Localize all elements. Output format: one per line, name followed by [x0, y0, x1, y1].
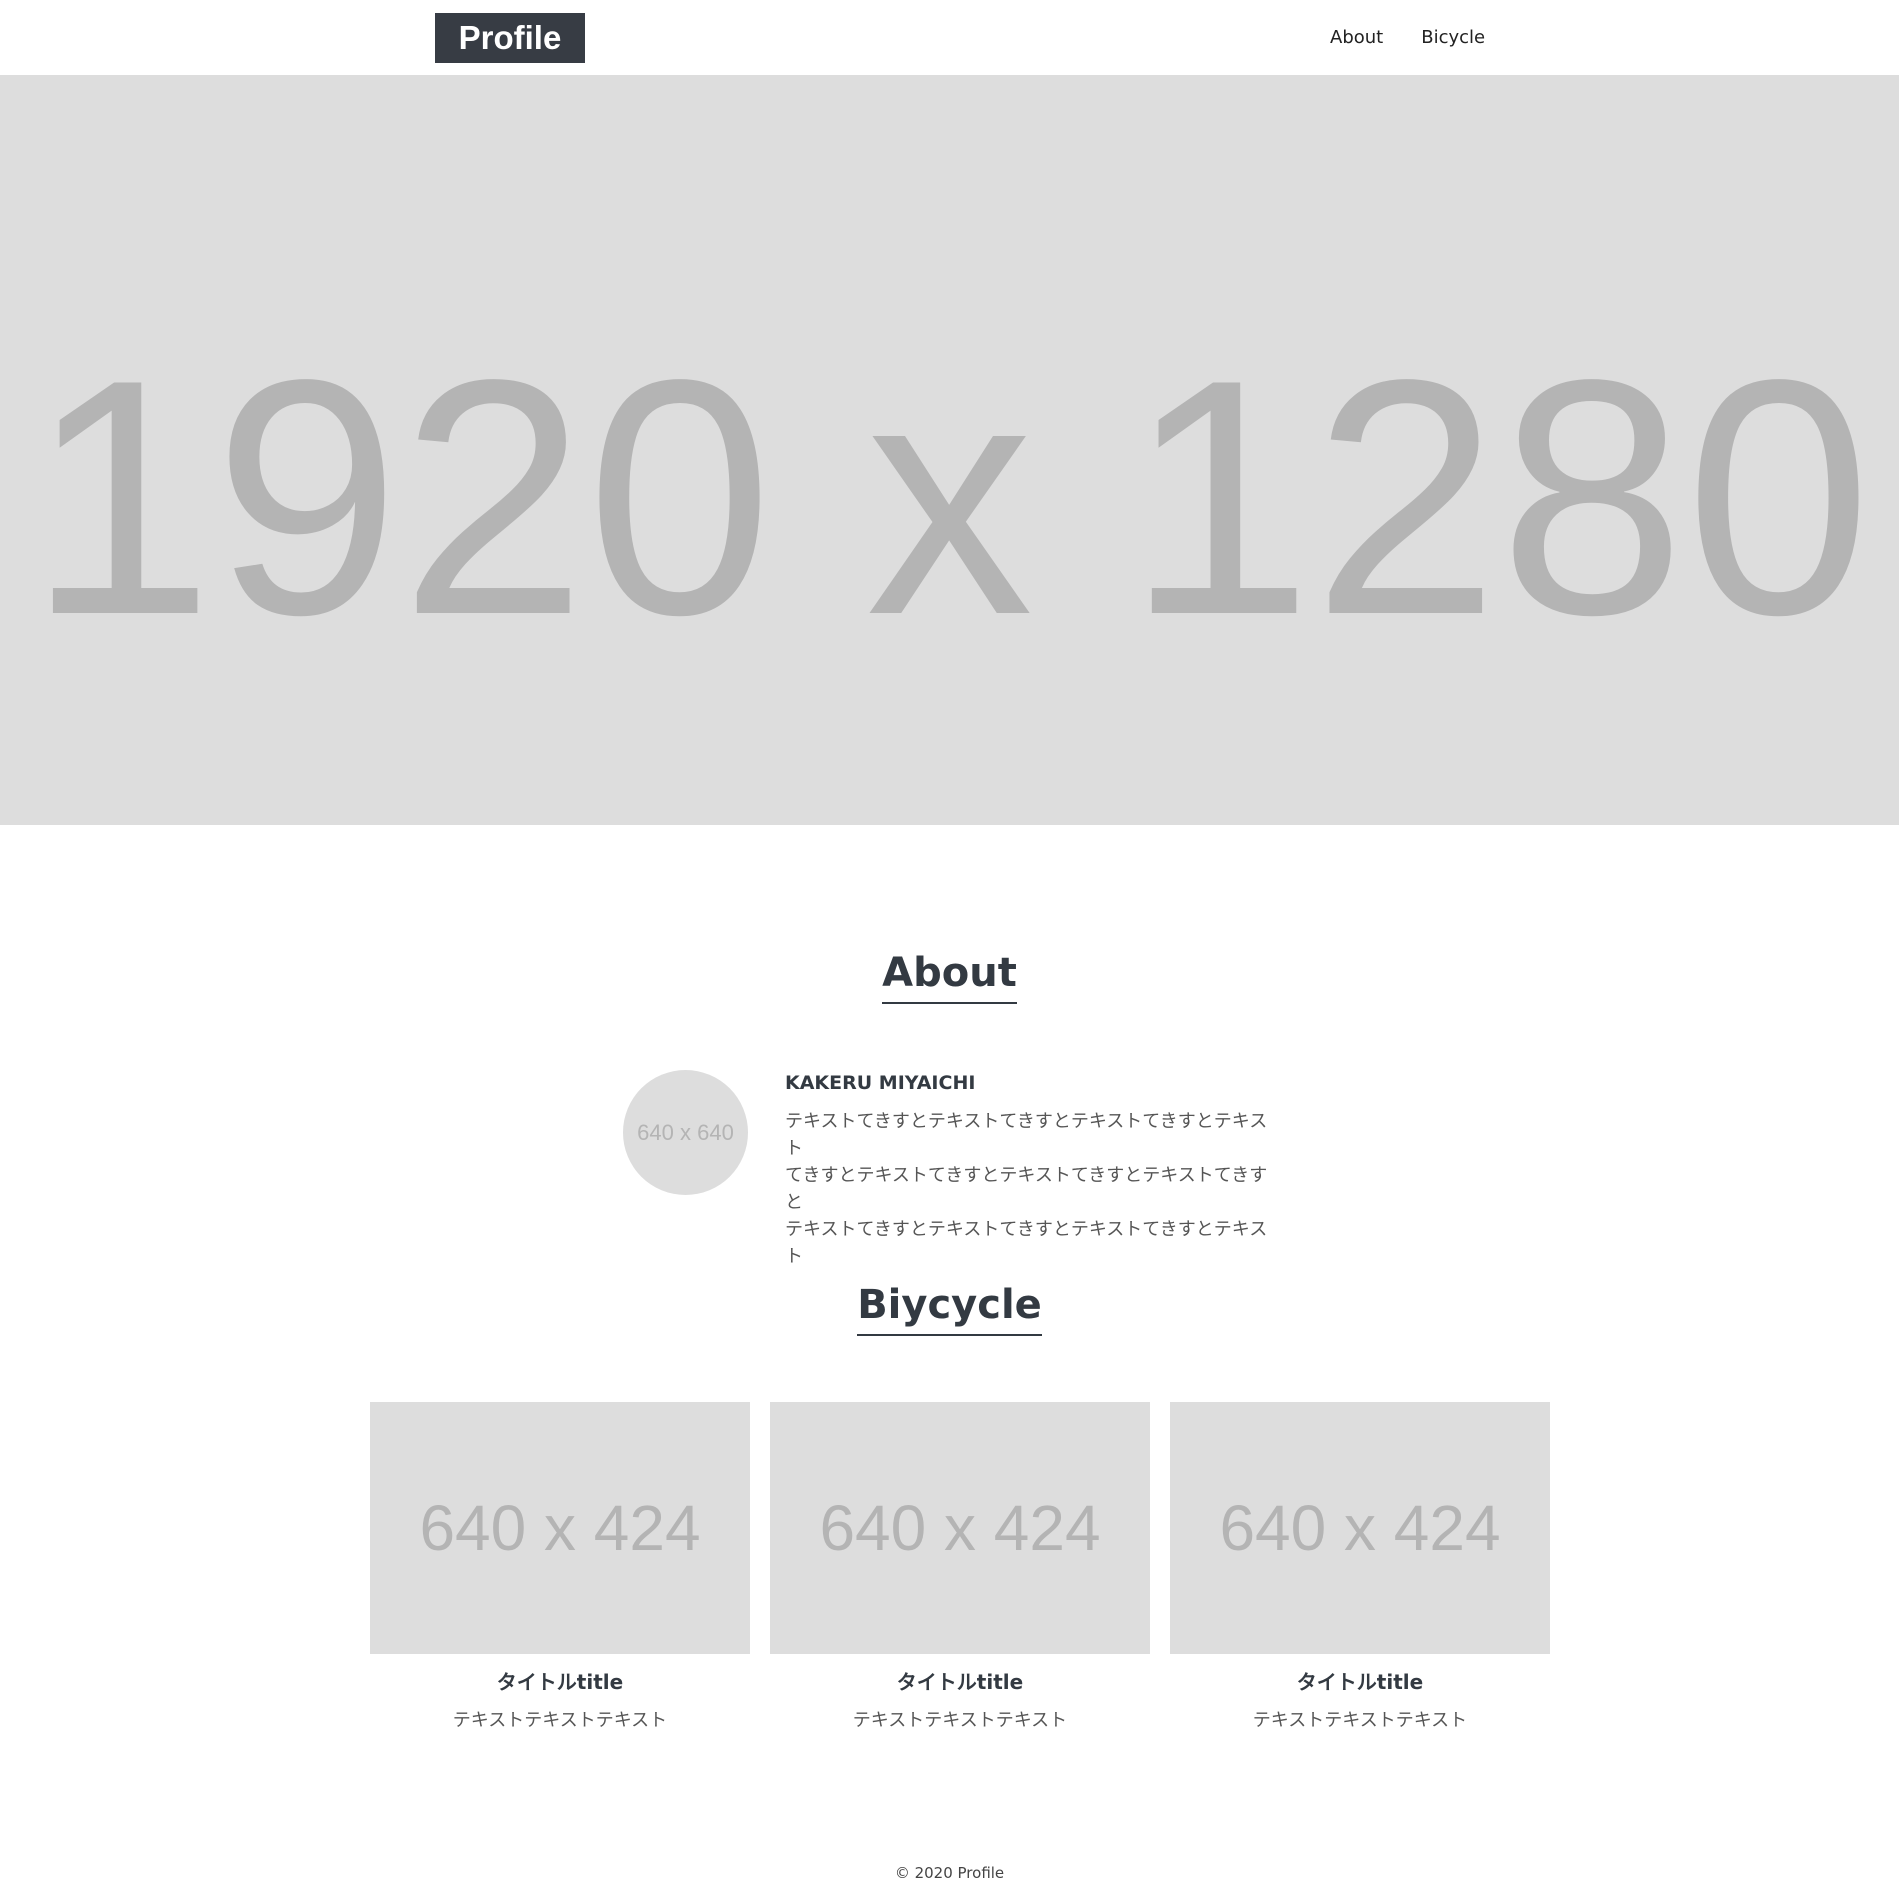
- main-nav: About Bicycle: [1330, 26, 1485, 50]
- profile-description-line: テキストてきすとテキストてきすとテキストてきすとテキスト: [785, 1219, 1268, 1267]
- about-heading: About: [882, 948, 1017, 1004]
- card-title: タイトルtitle: [1296, 1670, 1424, 1694]
- nav-link-about[interactable]: About: [1330, 26, 1383, 50]
- bicycle-section-title: Biycycle: [0, 1280, 1899, 1336]
- bicycle-heading: Biycycle: [857, 1280, 1042, 1336]
- site-header: Profile About Bicycle: [0, 0, 1899, 75]
- site-footer: © 2020 Profile: [0, 1862, 1899, 1884]
- bicycle-card: 640 x 424 タイトルtitle テキストテキストテキスト: [370, 1402, 750, 1734]
- card-image: 640 x 424: [1170, 1402, 1550, 1654]
- hero-placeholder-text: 1920 x 1280: [27, 310, 1872, 684]
- bicycle-card: 640 x 424 タイトルtitle テキストテキストテキスト: [770, 1402, 1150, 1734]
- profile-name: KAKERU MIYAICHI: [785, 1072, 976, 1094]
- bicycle-card: 640 x 424 タイトルtitle テキストテキストテキスト: [1170, 1402, 1550, 1734]
- card-text: テキストテキストテキスト: [452, 1710, 668, 1731]
- profile-description-line: てきすとテキストてきすとテキストてきすとテキストてきすと: [785, 1165, 1268, 1213]
- avatar: 640 x 640: [623, 1070, 748, 1195]
- card-text: テキストテキストテキスト: [852, 1710, 1068, 1731]
- about-section-title: About: [0, 948, 1899, 1004]
- bicycle-card-list: 640 x 424 タイトルtitle テキストテキストテキスト 640 x 4…: [370, 1402, 1550, 1742]
- card-text: テキストテキストテキスト: [1252, 1710, 1468, 1731]
- copyright-text: © 2020 Profile: [894, 1864, 1005, 1882]
- profile-description: テキストてきすとテキストてきすとテキストてきすとテキスト てきすとテキストてきす…: [785, 1108, 1285, 1270]
- card-image: 640 x 424: [770, 1402, 1150, 1654]
- card-title: タイトルtitle: [896, 1670, 1024, 1694]
- nav-link-bicycle[interactable]: Bicycle: [1421, 26, 1485, 50]
- page: Profile About Bicycle 1920 x 1280 About …: [0, 0, 1899, 1894]
- profile-description-line: テキストてきすとテキストてきすとテキストてきすとテキスト: [785, 1111, 1268, 1159]
- card-title: タイトルtitle: [496, 1670, 624, 1694]
- logo-link[interactable]: Profile: [435, 13, 585, 63]
- card-image: 640 x 424: [370, 1402, 750, 1654]
- hero-image: 1920 x 1280: [0, 75, 1899, 825]
